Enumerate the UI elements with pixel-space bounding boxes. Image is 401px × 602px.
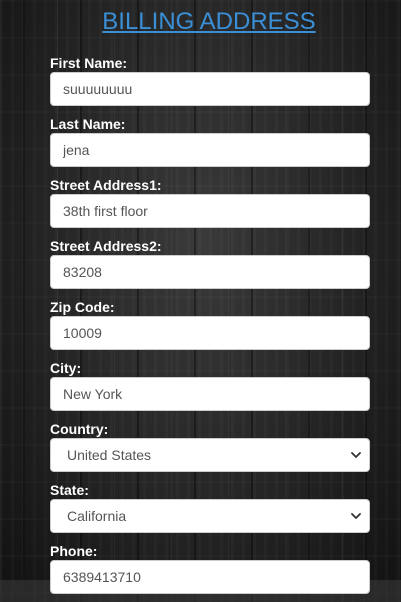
- state-selected-value: California: [67, 508, 127, 524]
- country-label: Country:: [50, 421, 109, 437]
- chevron-down-icon: [351, 513, 361, 519]
- street-address1-label: Street Address1:: [50, 177, 162, 193]
- street-address2-input[interactable]: [50, 255, 370, 289]
- zip-code-input[interactable]: [50, 316, 370, 350]
- last-name-label: Last Name:: [50, 116, 126, 132]
- first-name-label: First Name:: [50, 55, 128, 71]
- city-label: City:: [50, 360, 82, 376]
- phone-input[interactable]: [50, 560, 370, 594]
- street-address2-label: Street Address2:: [50, 238, 162, 254]
- last-name-input[interactable]: [50, 133, 370, 167]
- country-selected-value: United States: [67, 447, 152, 463]
- state-select[interactable]: California: [50, 499, 370, 533]
- zip-code-label: Zip Code:: [50, 299, 115, 315]
- first-name-input[interactable]: [50, 72, 370, 106]
- state-label: State:: [50, 482, 89, 498]
- street-address1-input[interactable]: [50, 194, 370, 228]
- country-select[interactable]: United States: [50, 438, 370, 472]
- phone-label: Phone:: [50, 543, 98, 559]
- chevron-down-icon: [351, 452, 361, 458]
- city-input[interactable]: [50, 377, 370, 411]
- page-title[interactable]: BILLING ADDRESS: [0, 7, 401, 37]
